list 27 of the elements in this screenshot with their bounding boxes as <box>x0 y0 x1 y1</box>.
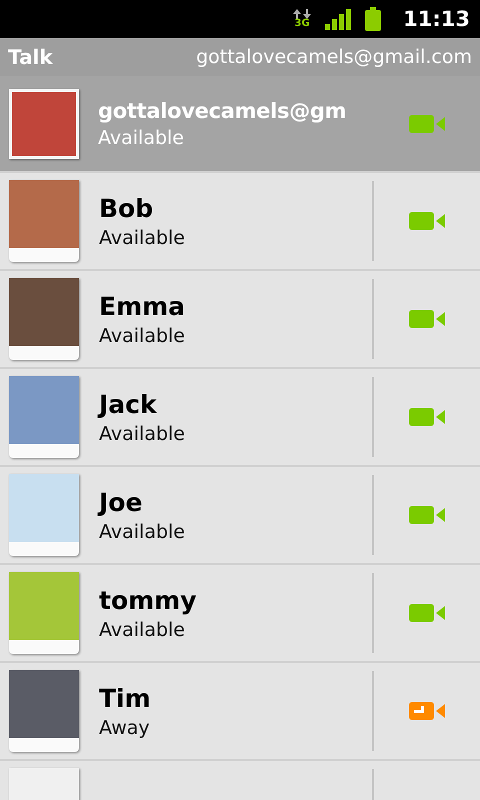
video-camera-icon[interactable] <box>408 702 446 720</box>
contact-name: Emma <box>99 292 186 320</box>
app-title: Talk <box>8 45 53 69</box>
photo-placeholder <box>9 88 79 158</box>
account-email: gottalovecamels@gmail.com <box>196 46 472 68</box>
video-camera-icon[interactable] <box>408 114 446 132</box>
video-camera-icon[interactable] <box>408 408 446 426</box>
contact-name: Joe <box>99 488 144 516</box>
contact-name: Jack <box>99 390 158 418</box>
presence-status: Available <box>99 618 186 640</box>
signal-icon <box>325 8 352 30</box>
video-camera-icon[interactable] <box>408 604 446 622</box>
presence-status: Available <box>99 324 186 346</box>
video-camera-icon[interactable] <box>408 506 446 524</box>
contact-name: Bob <box>99 194 154 222</box>
presence-status: Available <box>99 226 186 248</box>
presence-status: Available <box>99 422 186 444</box>
clock-time: 11:13 <box>403 7 470 31</box>
contact-name: Tim <box>99 684 152 712</box>
presence-status: Available <box>99 520 186 542</box>
contact-name: gottalovecamels@gm <box>98 98 348 122</box>
contact-name: tommy <box>99 586 198 614</box>
presence-status: Away <box>99 716 151 738</box>
video-camera-icon[interactable] <box>408 310 446 328</box>
battery-icon <box>365 7 382 31</box>
presence-status: Available <box>98 126 186 148</box>
video-camera-icon[interactable] <box>408 212 446 230</box>
